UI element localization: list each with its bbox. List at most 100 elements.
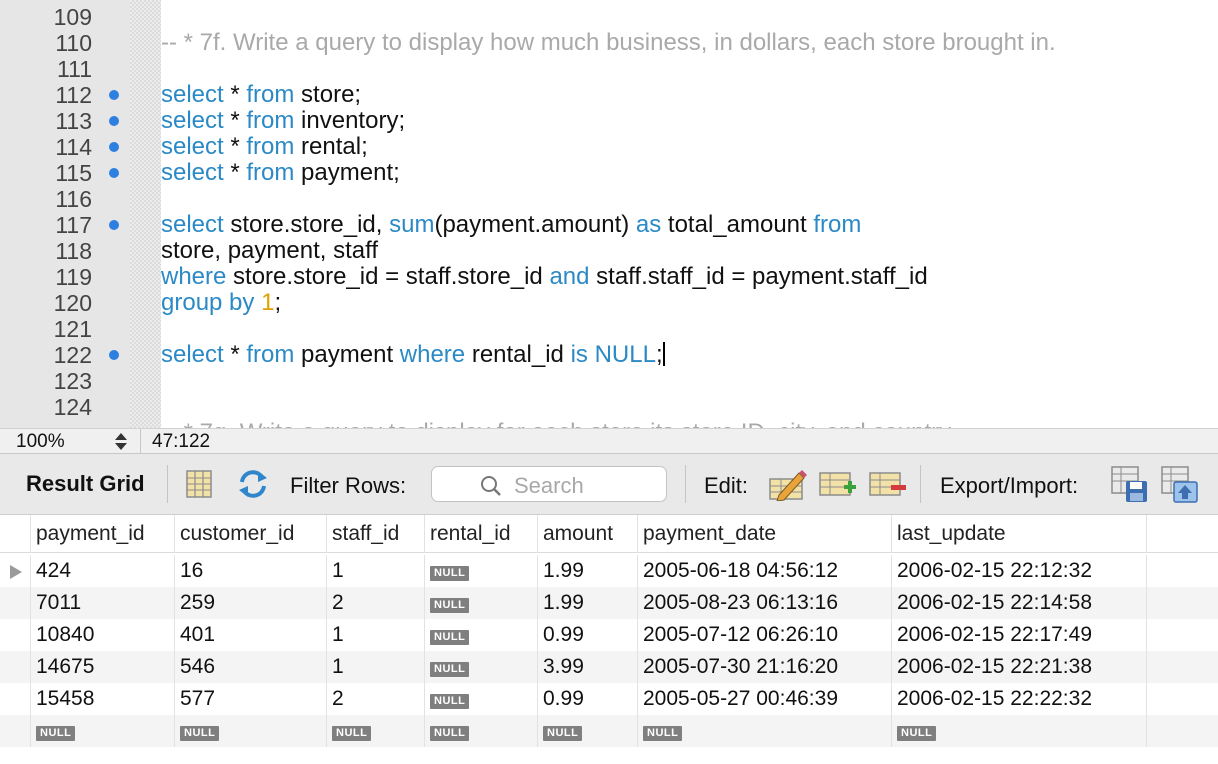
- result-grid[interactable]: payment_id customer_id staff_id rental_id am…: [0, 515, 1218, 764]
- table-cell[interactable]: 7011: [31, 587, 175, 619]
- code-line[interactable]: 114 select * from rental;: [0, 134, 1218, 161]
- column-header-payment-id[interactable]: payment_id: [31, 515, 175, 553]
- editor-lines[interactable]: 109 110 -- * 7f. Write a query to display …: [0, 4, 1218, 428]
- code-text[interactable]: select * from rental;: [161, 134, 368, 160]
- code-text[interactable]: select * from payment where rental_id is…: [161, 342, 665, 368]
- table-cell[interactable]: NULL: [892, 715, 1147, 747]
- code-line[interactable]: 119 where store.store_id = staff.store_id…: [0, 264, 1218, 291]
- code-line[interactable]: 110 -- * 7f. Write a query to display how…: [0, 30, 1218, 57]
- statement-marker-icon[interactable]: [109, 220, 119, 230]
- table-cell[interactable]: 2005-07-12 06:26:10: [638, 619, 892, 651]
- code-line[interactable]: 121: [0, 316, 1218, 342]
- delete-row-icon[interactable]: [869, 469, 907, 499]
- table-cell[interactable]: 2006-02-15 22:14:58: [892, 587, 1147, 619]
- table-cell[interactable]: 15458: [31, 683, 175, 715]
- table-cell[interactable]: 259: [175, 587, 327, 619]
- filter-search-input[interactable]: Search: [431, 466, 667, 502]
- sql-editor[interactable]: 109 110 -- * 7f. Write a query to display …: [0, 0, 1218, 428]
- code-line[interactable]: 124: [0, 394, 1218, 420]
- code-line[interactable]: 122 select * from payment where rental_id…: [0, 341, 1218, 369]
- code-line[interactable]: 111: [0, 56, 1218, 82]
- column-header-customer-id[interactable]: customer_id: [175, 515, 327, 553]
- table-cell[interactable]: 10840: [31, 619, 175, 651]
- code-text[interactable]: -- * 7f. Write a query to display how mu…: [161, 30, 1056, 56]
- table-row[interactable]: 7011 259 2 NULL 1.99 2005-08-23 06:13:16 2006-…: [0, 587, 1218, 619]
- code-text[interactable]: select * from store;: [161, 82, 361, 108]
- row-gutter[interactable]: [0, 683, 31, 715]
- table-row[interactable]: 15458 577 2 NULL 0.99 2005-05-27 00:46:39 2006…: [0, 683, 1218, 715]
- table-cell[interactable]: NULL: [638, 715, 892, 747]
- table-cell[interactable]: 2006-02-15 22:22:32: [892, 683, 1147, 715]
- statement-marker-icon[interactable]: [109, 90, 119, 100]
- statement-marker-icon[interactable]: [109, 350, 119, 360]
- code-text[interactable]: where store.store_id = staff.store_id an…: [161, 264, 928, 290]
- code-line[interactable]: 109: [0, 4, 1218, 30]
- table-cell[interactable]: NULL: [425, 555, 538, 587]
- table-cell[interactable]: 2: [327, 587, 425, 619]
- code-line[interactable]: 112 select * from store;: [0, 82, 1218, 109]
- code-text[interactable]: select store.store_id, sum(payment.amoun…: [161, 212, 861, 238]
- table-cell[interactable]: NULL: [425, 619, 538, 651]
- table-cell[interactable]: NULL: [538, 715, 638, 747]
- code-text[interactable]: select * from inventory;: [161, 108, 405, 134]
- table-cell[interactable]: 14675: [31, 651, 175, 683]
- statement-marker-icon[interactable]: [109, 116, 119, 126]
- row-gutter[interactable]: [0, 619, 31, 651]
- table-row[interactable]: 14675 546 1 NULL 3.99 2005-07-30 21:16:20 2006…: [0, 651, 1218, 683]
- code-text[interactable]: -- * 7g. Write a query to display for ea…: [161, 420, 956, 429]
- row-gutter[interactable]: [0, 651, 31, 683]
- table-cell[interactable]: 2006-02-15 22:17:49: [892, 619, 1147, 651]
- table-cell[interactable]: NULL: [425, 683, 538, 715]
- import-icon[interactable]: [1161, 466, 1199, 504]
- table-cell[interactable]: NULL: [327, 715, 425, 747]
- table-cell[interactable]: 2005-06-18 04:56:12: [638, 555, 892, 587]
- code-line[interactable]: 118 store, payment, staff: [0, 238, 1218, 265]
- table-cell[interactable]: NULL: [425, 715, 538, 747]
- code-line[interactable]: 113 select * from inventory;: [0, 108, 1218, 135]
- table-cell[interactable]: 2006-02-15 22:12:32: [892, 555, 1147, 587]
- table-cell[interactable]: 546: [175, 651, 327, 683]
- table-cell[interactable]: 2005-05-27 00:46:39: [638, 683, 892, 715]
- table-cell[interactable]: 2005-07-30 21:16:20: [638, 651, 892, 683]
- export-icon[interactable]: [1111, 466, 1149, 504]
- statement-marker-icon[interactable]: [109, 168, 119, 178]
- code-text[interactable]: store, payment, staff: [161, 238, 378, 264]
- zoom-stepper-icon[interactable]: [112, 431, 130, 453]
- row-gutter[interactable]: [0, 555, 31, 587]
- table-row[interactable]: 10840 401 1 NULL 0.99 2005-07-12 06:26:10 2006…: [0, 619, 1218, 651]
- column-header-last-update[interactable]: last_update: [892, 515, 1147, 553]
- table-cell[interactable]: NULL: [425, 651, 538, 683]
- code-line[interactable]: 123: [0, 368, 1218, 394]
- table-cell[interactable]: 1: [327, 555, 425, 587]
- row-gutter[interactable]: [0, 715, 31, 747]
- row-gutter[interactable]: [0, 587, 31, 619]
- column-header-payment-date[interactable]: payment_date: [638, 515, 892, 553]
- edit-row-icon[interactable]: [769, 467, 807, 501]
- table-cell[interactable]: 401: [175, 619, 327, 651]
- code-line[interactable]: 115 select * from payment;: [0, 160, 1218, 187]
- table-cell[interactable]: NULL: [425, 587, 538, 619]
- column-header-amount[interactable]: amount: [538, 515, 638, 553]
- table-cell[interactable]: 424: [31, 555, 175, 587]
- table-cell[interactable]: 1.99: [538, 587, 638, 619]
- table-cell[interactable]: 577: [175, 683, 327, 715]
- add-row-icon[interactable]: [819, 469, 857, 499]
- table-cell[interactable]: 2005-08-23 06:13:16: [638, 587, 892, 619]
- table-cell[interactable]: 0.99: [538, 619, 638, 651]
- column-layout-icon[interactable]: [186, 470, 212, 498]
- table-row[interactable]: 424 16 1 NULL 1.99 2005-06-18 04:56:12 2006-02…: [0, 555, 1218, 587]
- code-text[interactable]: select * from payment;: [161, 160, 400, 186]
- table-cell[interactable]: 0.99: [538, 683, 638, 715]
- table-cell[interactable]: NULL: [31, 715, 175, 747]
- table-cell[interactable]: 1.99: [538, 555, 638, 587]
- table-cell[interactable]: 2006-02-15 22:21:38: [892, 651, 1147, 683]
- table-cell[interactable]: 2: [327, 683, 425, 715]
- code-line[interactable]: 120 group by 1;: [0, 290, 1218, 317]
- code-line[interactable]: 116: [0, 186, 1218, 212]
- table-cell[interactable]: 16: [175, 555, 327, 587]
- column-header-staff-id[interactable]: staff_id: [327, 515, 425, 553]
- table-cell[interactable]: NULL: [175, 715, 327, 747]
- table-cell[interactable]: 1: [327, 619, 425, 651]
- refresh-icon[interactable]: [236, 468, 270, 500]
- column-header-rental-id[interactable]: rental_id: [425, 515, 538, 553]
